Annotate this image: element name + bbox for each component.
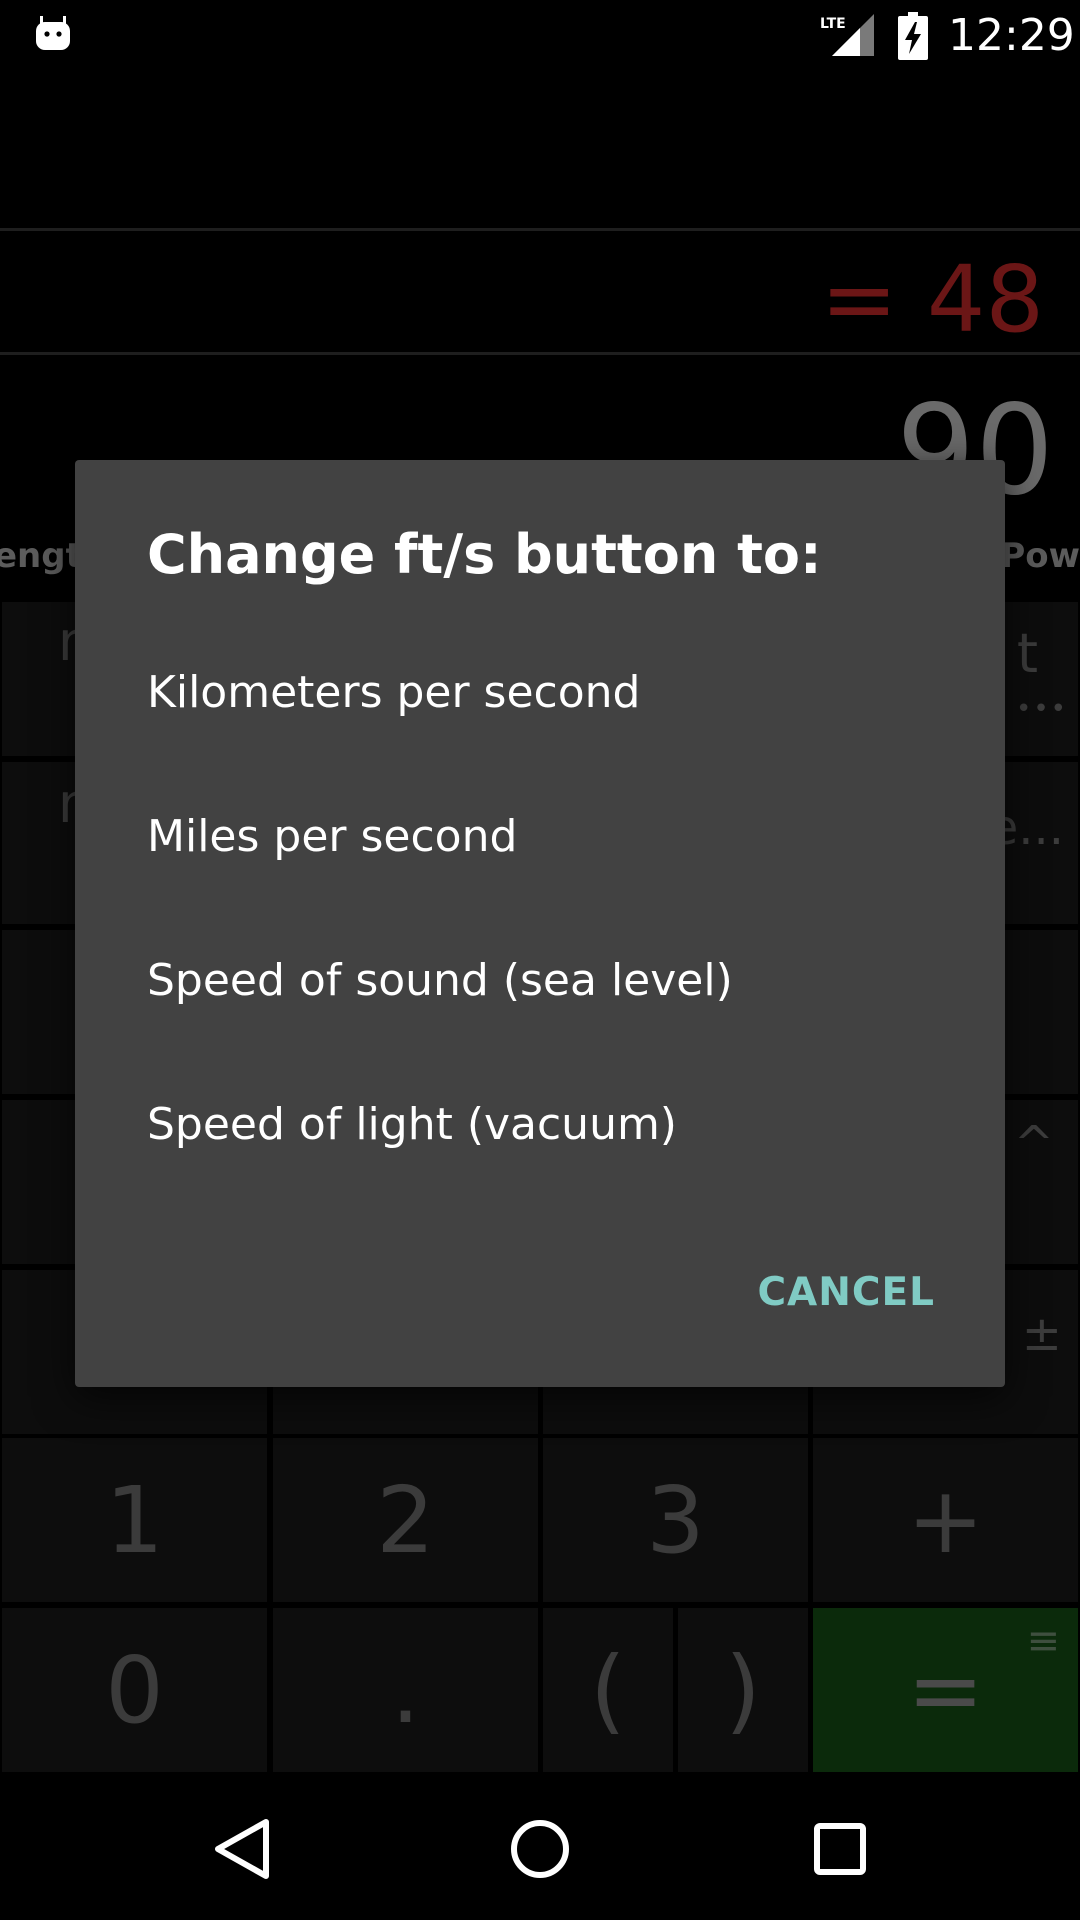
back-icon[interactable]: [196, 1804, 286, 1894]
dialog-title: Change ft/s button to:: [147, 523, 822, 586]
recents-icon[interactable]: [795, 1804, 885, 1894]
option-kilometers-per-second[interactable]: Kilometers per second: [75, 620, 1005, 764]
option-speed-of-light[interactable]: Speed of light (vacuum): [75, 1052, 1005, 1196]
home-icon[interactable]: [495, 1804, 585, 1894]
navigation-bar: [0, 1774, 1080, 1920]
option-miles-per-second[interactable]: Miles per second: [75, 764, 1005, 908]
change-unit-dialog: Change ft/s button to: Kilometers per se…: [75, 460, 1005, 1387]
cancel-button[interactable]: CANCEL: [757, 1270, 935, 1316]
option-speed-of-sound[interactable]: Speed of sound (sea level): [75, 908, 1005, 1052]
